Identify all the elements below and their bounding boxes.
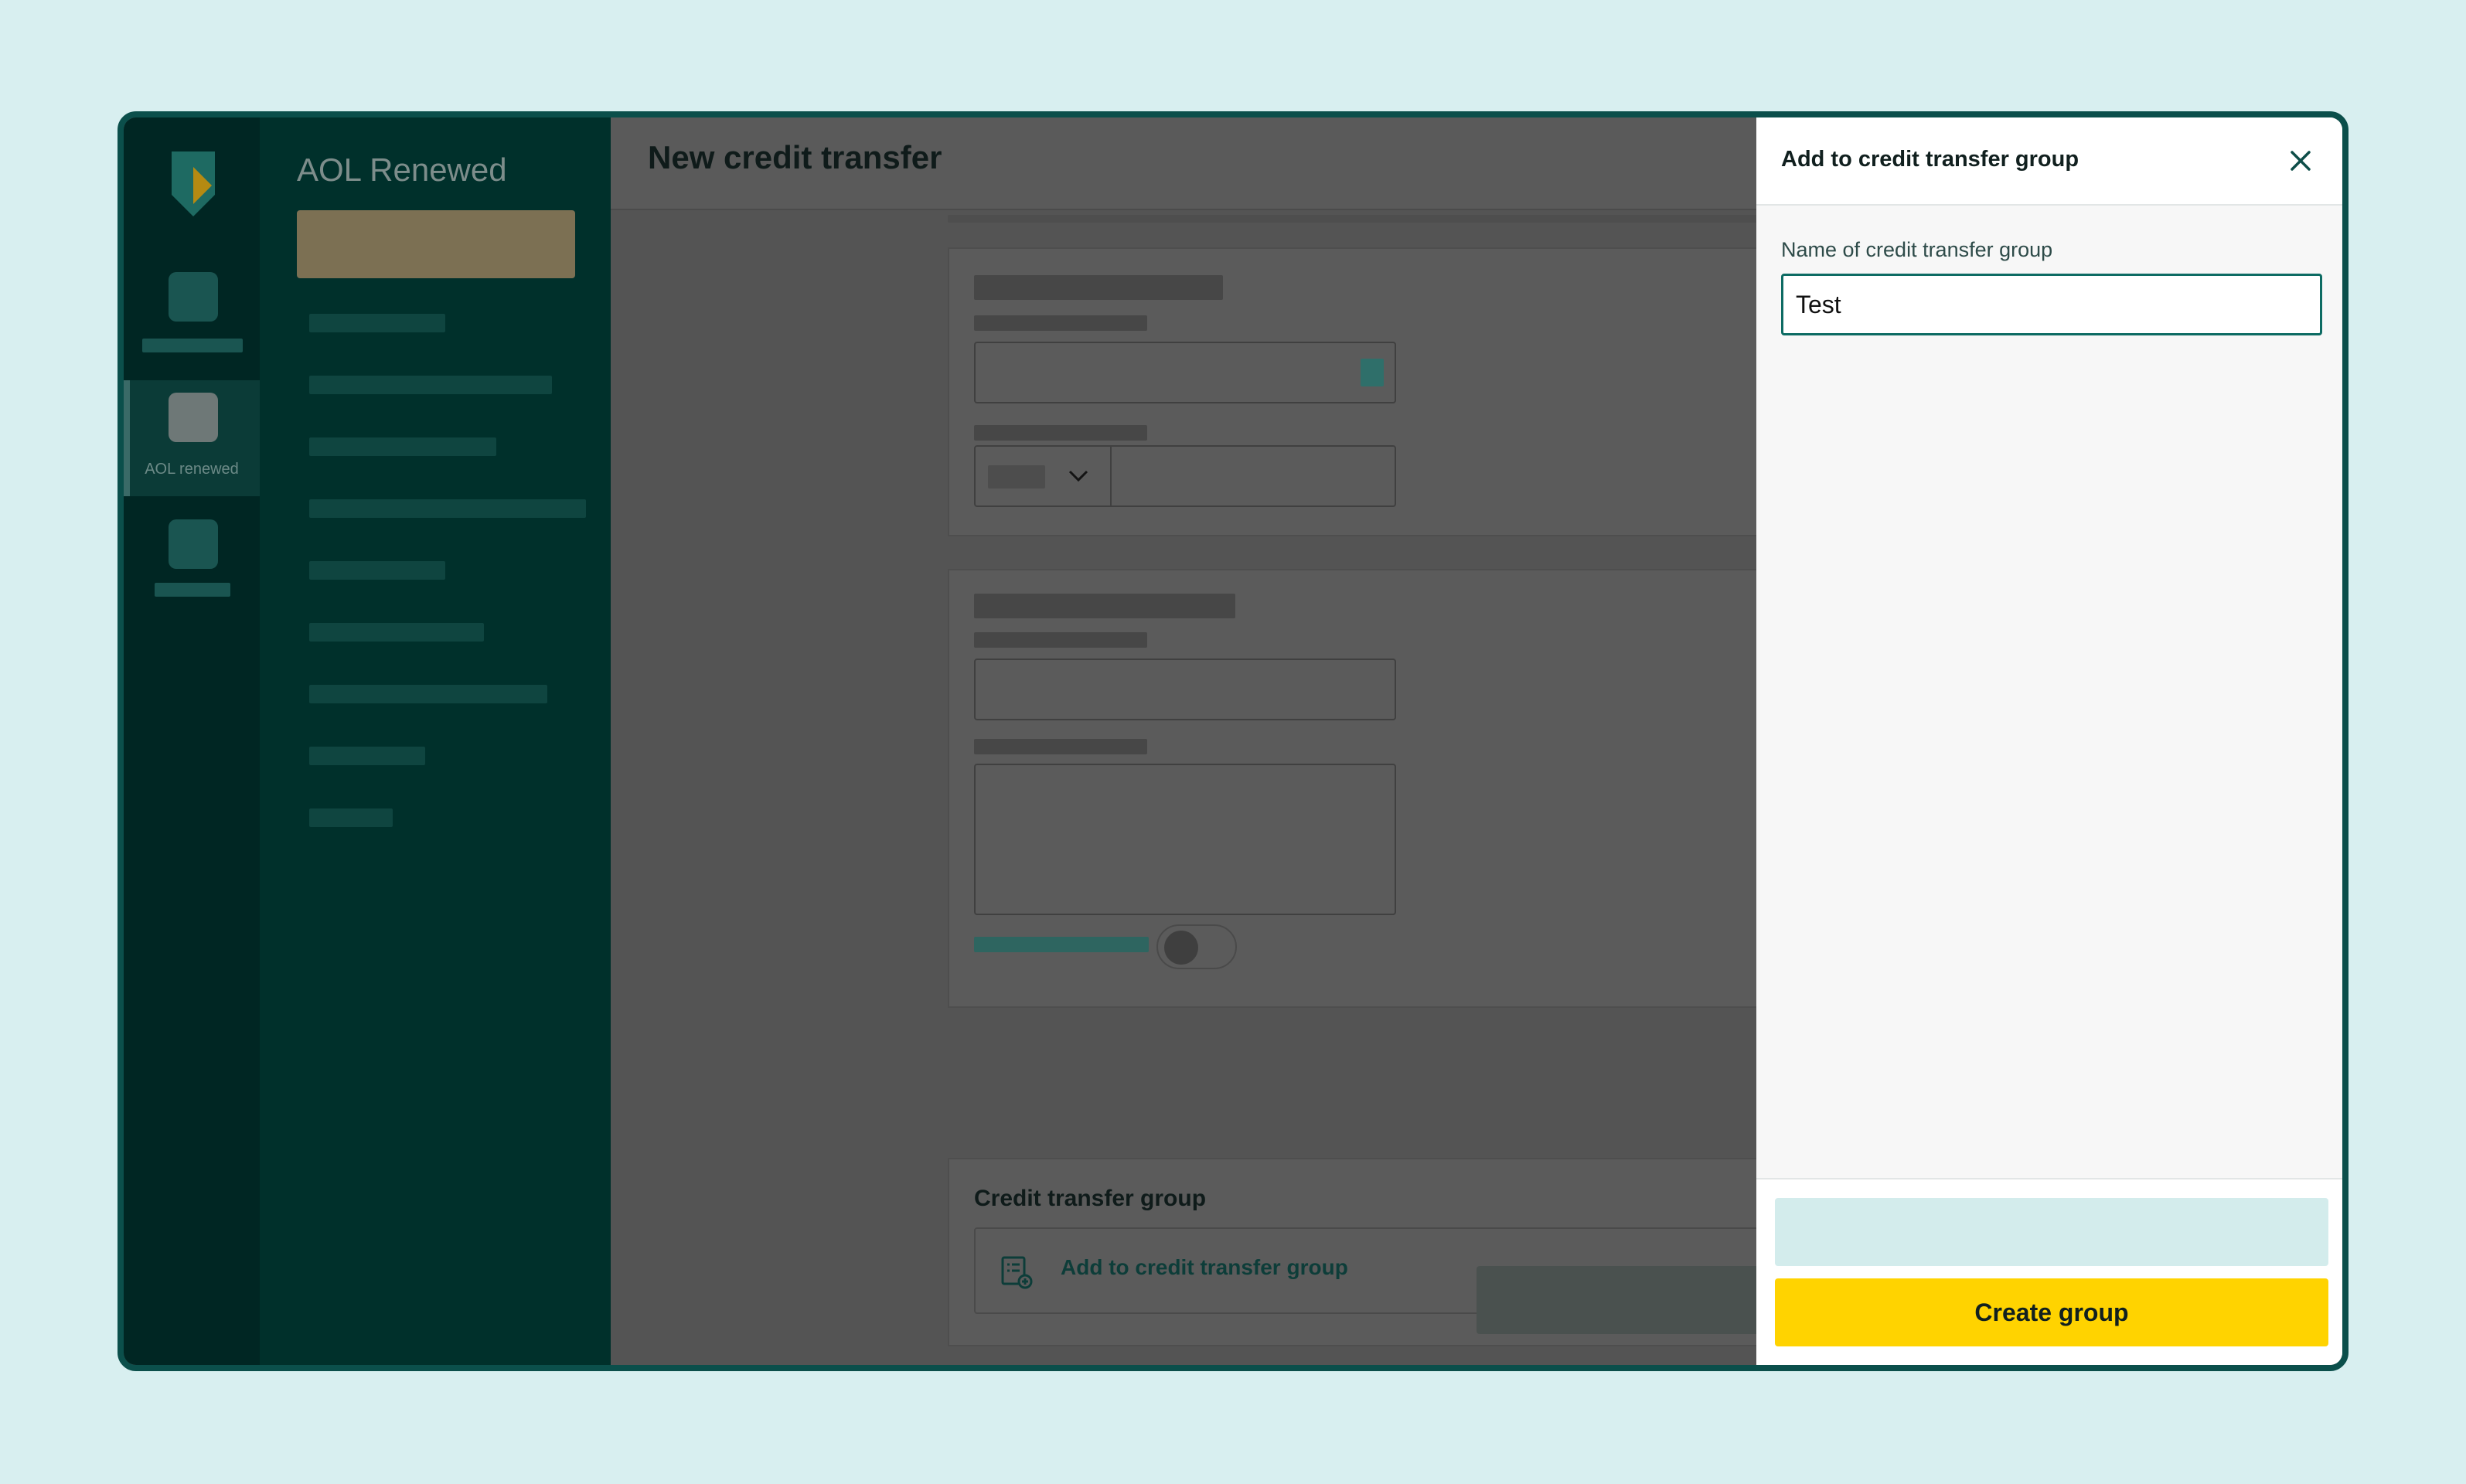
drawer-title: Add to credit transfer group [1781, 147, 2079, 172]
currency-select[interactable] [976, 447, 1112, 505]
amount-field[interactable] [974, 445, 1396, 507]
skeleton-label [974, 739, 1147, 754]
group-list-icon [1001, 1256, 1033, 1289]
currency-value-placeholder [988, 465, 1045, 488]
chevron-down-icon [1068, 470, 1088, 482]
menu-item[interactable] [309, 808, 393, 827]
form-card-1 [948, 247, 1770, 536]
menu-item[interactable] [309, 623, 484, 642]
toggle-label-placeholder [974, 937, 1149, 952]
input-field[interactable] [974, 659, 1396, 720]
drawer-footer: Create group [1756, 1178, 2342, 1365]
skeleton-label [974, 632, 1147, 648]
rail-item-label: AOL renewed [145, 461, 239, 478]
card-edge [948, 215, 1767, 223]
app-window: AOL renewed AOL Renewed New credit trans… [118, 111, 2348, 1371]
menu-item[interactable] [309, 685, 547, 703]
toggle-switch[interactable] [1156, 924, 1237, 969]
menu-item[interactable] [309, 561, 445, 580]
side-menu: AOL Renewed [260, 117, 611, 1365]
menu-item[interactable] [309, 747, 425, 765]
add-to-group-label: Add to credit transfer group [1061, 1255, 1348, 1279]
skeleton-heading [974, 275, 1223, 300]
group-section-label: Credit transfer group [974, 1186, 1207, 1211]
rail-item-icon [169, 519, 218, 569]
rail-item-3[interactable] [124, 519, 260, 612]
secondary-action-button[interactable] [1477, 1266, 1793, 1334]
menu-item[interactable] [309, 499, 586, 518]
skeleton-label [974, 315, 1147, 331]
close-icon[interactable] [2284, 144, 2318, 178]
secondary-button[interactable] [1775, 1198, 2328, 1266]
rail-item-icon [169, 393, 218, 442]
brand-logo-icon[interactable] [169, 151, 218, 216]
app-rail: AOL renewed [124, 117, 266, 1365]
rail-item-icon [169, 272, 218, 322]
field-indicator [1361, 359, 1384, 386]
menu-title: AOL Renewed [297, 151, 507, 188]
skeleton-label [974, 425, 1147, 441]
drawer-header: Add to credit transfer group [1756, 117, 2342, 206]
rail-item-label-placeholder [142, 339, 243, 352]
rail-item-1[interactable] [124, 272, 260, 365]
rail-item-label-placeholder [155, 583, 230, 597]
menu-item[interactable] [309, 314, 445, 332]
skeleton-heading [974, 594, 1235, 618]
group-name-input[interactable] [1781, 274, 2322, 335]
menu-item[interactable] [309, 376, 552, 394]
menu-item-selected[interactable] [297, 210, 575, 278]
group-name-label: Name of credit transfer group [1781, 238, 2053, 261]
input-field[interactable] [974, 342, 1396, 403]
create-group-button[interactable]: Create group [1775, 1278, 2328, 1346]
toggle-knob [1164, 931, 1198, 965]
menu-item[interactable] [309, 437, 496, 456]
textarea-field[interactable] [974, 764, 1396, 915]
rail-item-aol-renewed[interactable]: AOL renewed [124, 380, 266, 496]
form-card-2 [948, 569, 1770, 1008]
add-to-group-drawer: Add to credit transfer group Name of cre… [1756, 117, 2342, 1365]
page-title: New credit transfer [648, 139, 942, 175]
